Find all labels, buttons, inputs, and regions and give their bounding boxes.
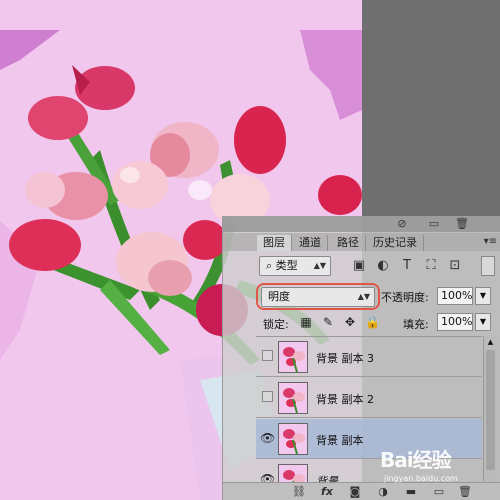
layer-thumbnail	[278, 464, 308, 484]
trash-top-icon[interactable]: 🗑	[455, 217, 469, 231]
layer-row[interactable]: 背景 副本 3	[256, 337, 482, 377]
lock-transparent-icon[interactable]: ▦	[299, 315, 313, 329]
chevron-updown-icon: ▲▼	[313, 261, 326, 270]
chevron-updown-icon: ▲▼	[357, 292, 370, 301]
eye-icon[interactable]: 👁	[260, 431, 275, 445]
fx-icon[interactable]: fx	[319, 485, 335, 499]
lock-move-icon[interactable]: ✥	[343, 315, 357, 329]
lock-label: 锁定:	[263, 318, 289, 331]
filter-row: ⌕ 类型 ▲▼ ▣ ◐ T ⛶ ⊡	[223, 254, 500, 280]
layer-row[interactable]: 背景 副本 2	[256, 378, 482, 418]
watermark-sub: jingyan.baidu.com	[384, 474, 458, 483]
baidu-watermark: Bai经验 jingyan.baidu.com	[380, 444, 500, 494]
new-doc-icon[interactable]: ▭	[427, 217, 441, 231]
smart-object-filter-icon[interactable]: ⊡	[447, 258, 463, 274]
panel-menu-icon[interactable]: ▾≡	[484, 236, 497, 247]
scroll-up-icon[interactable]: ▲	[484, 336, 497, 348]
blend-mode-value: 明度	[268, 290, 290, 303]
adjustment-filter-icon[interactable]: ◐	[375, 258, 391, 274]
tab-layers[interactable]: 图层	[257, 235, 292, 251]
fill-label: 填充:	[403, 318, 429, 331]
type-filter-icon[interactable]: T	[399, 258, 415, 274]
lock-brush-icon[interactable]: ✎	[321, 315, 335, 329]
layer-name: 背景 副本 2	[316, 393, 374, 406]
lock-all-icon[interactable]: 🔒	[365, 315, 380, 329]
fill-dropdown[interactable]: ▼	[475, 313, 491, 331]
filter-label: 类型	[275, 259, 298, 272]
pixel-filter-icon[interactable]: ▣	[351, 258, 367, 274]
watermark-main: Bai经验	[380, 448, 452, 472]
visibility-toggle[interactable]	[262, 391, 273, 402]
layer-thumbnail	[278, 382, 308, 414]
shape-filter-icon[interactable]: ⛶	[423, 258, 439, 274]
mask-icon[interactable]: ◙	[347, 485, 363, 499]
blend-mode-select[interactable]: 明度 ▲▼	[261, 287, 375, 307]
lock-row: 锁定: ▦ ✎ ✥ 🔒 填充: 100% ▼	[223, 312, 500, 334]
tab-paths[interactable]: 路径	[331, 235, 366, 251]
fill-input[interactable]: 100%	[437, 313, 473, 331]
layer-thumbnail	[278, 341, 308, 373]
opacity-input[interactable]: 100%	[437, 287, 473, 305]
no-entry-icon[interactable]: ⊘	[395, 217, 409, 231]
layer-name: 背景 副本	[316, 434, 364, 447]
link-icon[interactable]: ⛓	[291, 485, 307, 499]
blend-row: 明度 ▲▼ 不透明度: 100% ▼	[223, 282, 500, 310]
layer-thumbnail	[278, 423, 308, 455]
visibility-toggle[interactable]	[262, 350, 273, 361]
filter-toggle[interactable]	[481, 256, 495, 276]
opacity-label: 不透明度:	[381, 291, 429, 304]
panel-top-bar: ⊘ ▭ 🗑	[223, 216, 500, 232]
tab-history[interactable]: 历史记录	[367, 235, 424, 251]
layer-filter-select[interactable]: ⌕ 类型 ▲▼	[259, 256, 331, 276]
tab-channels[interactable]: 通道	[293, 235, 328, 251]
panel-tabs: 图层 通道 路径 历史记录 ▾≡	[223, 233, 500, 251]
opacity-dropdown[interactable]: ▼	[475, 287, 491, 305]
layer-name: 背景 副本 3	[316, 352, 374, 365]
search-icon: ⌕	[266, 259, 276, 272]
